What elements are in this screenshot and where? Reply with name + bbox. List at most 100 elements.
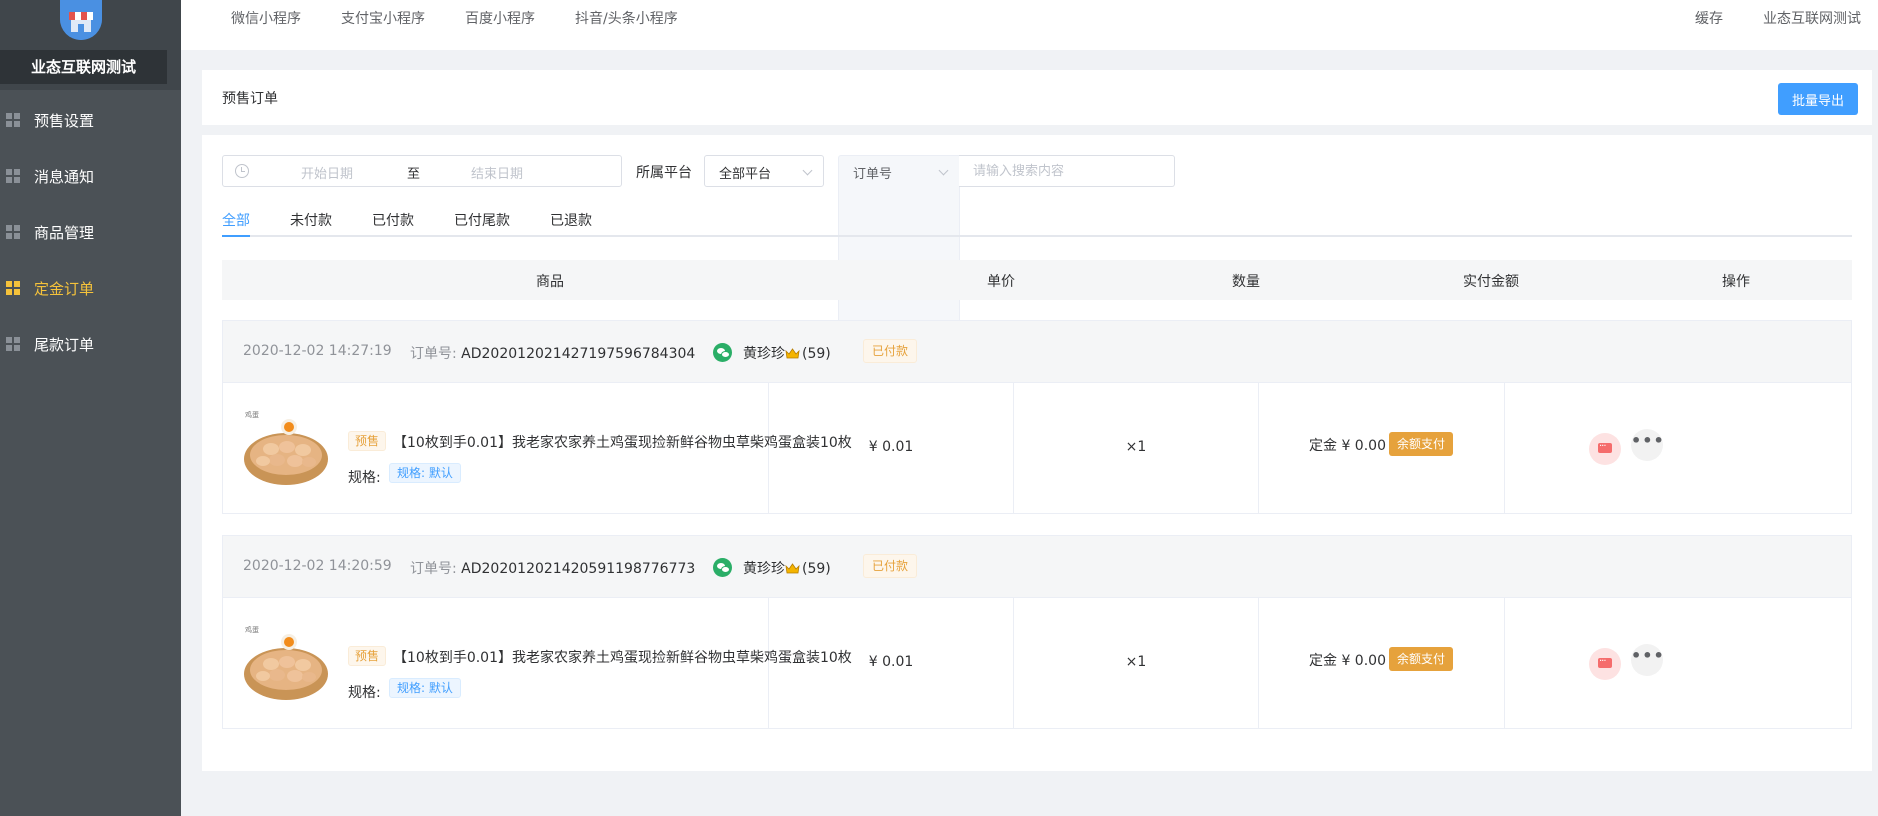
date-separator: 至 [407, 167, 421, 182]
buyer-name: 黄珍珍 [743, 346, 785, 362]
search-field-value: 订单号 [853, 167, 893, 182]
active-tab-indicator [222, 235, 250, 237]
goods-cell: 鸡蛋 预售 【10枚到手0.01】我老家农家养土鸡蛋现捡新鲜谷物虫草柴鸡蛋盒装1… [223, 383, 852, 513]
tab-alipay-miniprogram[interactable]: 支付宝小程序 [341, 0, 425, 40]
quantity: ×1 [1125, 439, 1147, 455]
sidebar-item-label: 定金订单 [34, 279, 95, 298]
order-time: 2020-12-02 14:20:59 [243, 558, 392, 574]
more-icon[interactable]: ••• [1631, 644, 1664, 676]
sidebar-item-balance-orders[interactable]: 尾款订单 [0, 322, 181, 366]
svg-text:鸡蛋: 鸡蛋 [245, 410, 259, 419]
status-badge: 已付款 [863, 554, 918, 578]
account-menu[interactable]: 业态互联网测试 [1763, 0, 1861, 40]
order-row: 2020-12-02 14:20:59 订单号: AD2020120214205… [222, 535, 1852, 729]
page-title: 预售订单 [222, 91, 278, 107]
buyer-info: 黄珍珍 (59) [743, 343, 831, 363]
grid-icon [6, 113, 20, 127]
quantity-cell: ×1 [1014, 598, 1259, 728]
tab-refunded[interactable]: 已退款 [550, 210, 592, 230]
grid-icon [6, 337, 20, 351]
presale-tag: 预售 [348, 431, 387, 451]
tab-paid[interactable]: 已付款 [372, 210, 414, 230]
spec-label: 规格: [348, 685, 381, 701]
goods-cell: 鸡蛋 预售 【10枚到手0.01】我老家农家养土鸡蛋现捡新鲜谷物虫草柴鸡蛋盒装1… [223, 598, 852, 728]
sidebar-item-label: 商品管理 [34, 223, 95, 242]
tab-all[interactable]: 全部 [222, 210, 250, 230]
order-number: 订单号: AD20201202142719759678​4304 [410, 343, 695, 363]
search-input[interactable] [959, 155, 1175, 187]
message-button[interactable] [1589, 648, 1621, 680]
date-range-picker[interactable]: 开始日期 至 结束日期 [222, 155, 622, 187]
tab-unpaid[interactable]: 未付款 [290, 210, 332, 230]
deposit-amount: 定金 ¥ 0.00 [1309, 438, 1386, 454]
presale-tag: 预售 [348, 646, 387, 666]
end-date-input[interactable]: 结束日期 [471, 163, 523, 182]
crown-icon [785, 348, 800, 359]
order-panel: 开始日期 至 结束日期 所属平台 全部平台 订单号 全部 未付款 已付款 已付尾… [202, 135, 1872, 771]
platform-label: 所属平台 [636, 165, 692, 181]
crown-icon [785, 563, 800, 574]
wechat-icon [713, 343, 732, 362]
platform-select[interactable]: 全部平台 [704, 155, 824, 187]
deposit-amount: 定金 ¥ 0.00 [1309, 653, 1386, 669]
pay-method-badge: 余额支付 [1389, 432, 1454, 456]
pay-method-badge: 余额支付 [1389, 647, 1454, 671]
sidebar-item-label: 预售设置 [34, 111, 95, 130]
order-header: 2020-12-02 14:27:19 订单号: AD2020120214271… [223, 321, 1851, 383]
page-header: 预售订单 批量导出 [202, 70, 1872, 125]
column-goods: 商品 [536, 274, 564, 290]
order-time: 2020-12-02 14:27:19 [243, 343, 392, 359]
start-date-input[interactable]: 开始日期 [301, 163, 353, 182]
order-number-label: 订单号: [410, 561, 457, 577]
amount-cell: 定金 ¥ 0.00 余额支付 [1259, 383, 1505, 513]
table-header: 商品 单价 数量 实付金额 操作 [222, 260, 1852, 300]
sidebar: 业态互联网测试 预售设置 消息通知 商品管理 定金订单 尾款订单 [0, 0, 181, 816]
clock-icon [235, 164, 249, 178]
order-body: 鸡蛋 预售 【10枚到手0.01】我老家农家养土鸡蛋现捡新鲜谷物虫草柴鸡蛋盒装1… [223, 383, 1851, 513]
tab-douyin-miniprogram[interactable]: 抖音/头条小程序 [575, 0, 678, 40]
sidebar-item-deposit-orders[interactable]: 定金订单 [0, 266, 181, 310]
column-paid-amount: 实付金额 [1463, 274, 1519, 290]
price-cell: ¥ 0.01 [769, 383, 1014, 513]
goods-image: 鸡蛋 [244, 625, 328, 700]
column-unit-price: 单价 [987, 274, 1015, 290]
column-actions: 操作 [1722, 274, 1750, 290]
buyer-level: (59) [802, 346, 831, 362]
quantity: ×1 [1125, 654, 1147, 670]
sidebar-item-presale-settings[interactable]: 预售设置 [0, 98, 181, 142]
sidebar-item-notifications[interactable]: 消息通知 [0, 154, 181, 198]
tab-baidu-miniprogram[interactable]: 百度小程序 [465, 0, 535, 40]
status-badge: 已付款 [863, 339, 918, 363]
buyer-info: 黄珍珍 (59) [743, 558, 831, 578]
grid-icon [6, 225, 20, 239]
top-bar: 微信小程序 支付宝小程序 百度小程序 抖音/头条小程序 缓存 业态互联网测试 [181, 0, 1878, 50]
bulk-export-button[interactable]: 批量导出 [1778, 83, 1858, 115]
actions-cell: ••• [1505, 598, 1851, 728]
tab-wechat-miniprogram[interactable]: 微信小程序 [231, 0, 301, 40]
cache-link[interactable]: 缓存 [1695, 0, 1723, 40]
unit-price: ¥ 0.01 [868, 439, 914, 455]
sidebar-item-label: 尾款订单 [34, 335, 95, 354]
unit-price: ¥ 0.01 [868, 654, 914, 670]
sidebar-item-goods[interactable]: 商品管理 [0, 210, 181, 254]
order-number-value: AD20201202142719759678​4304 [461, 346, 696, 362]
spec-tag: 规格: 默认 [389, 678, 461, 698]
actions-cell: ••• [1505, 383, 1851, 513]
wechat-icon [713, 558, 732, 577]
sidebar-item-label: 消息通知 [34, 167, 95, 186]
goods-image: 鸡蛋 [244, 410, 328, 485]
message-button[interactable] [1589, 433, 1621, 465]
svg-text:鸡蛋: 鸡蛋 [245, 625, 259, 634]
spec-tag: 规格: 默认 [389, 463, 461, 483]
grid-icon [6, 169, 20, 183]
order-body: 鸡蛋 预售 【10枚到手0.01】我老家农家养土鸡蛋现捡新鲜谷物虫草柴鸡蛋盒装1… [223, 598, 1851, 728]
chevron-down-icon [938, 165, 949, 176]
order-number-label: 订单号: [410, 346, 457, 362]
column-quantity: 数量 [1232, 274, 1260, 290]
chevron-down-icon [802, 165, 813, 176]
order-row: 2020-12-02 14:27:19 订单号: AD2020120214271… [222, 320, 1852, 514]
brand-area: 业态互联网测试 [0, 0, 181, 90]
spec-label: 规格: [348, 470, 381, 486]
tab-balance-paid[interactable]: 已付尾款 [454, 210, 510, 230]
more-icon[interactable]: ••• [1631, 429, 1664, 461]
